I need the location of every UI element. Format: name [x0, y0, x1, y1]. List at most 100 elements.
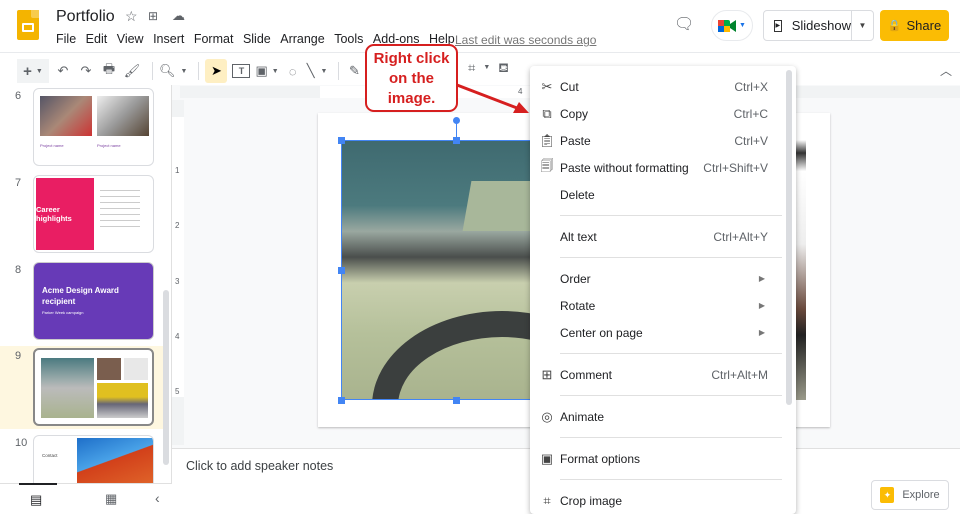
item-shortcut: Ctrl+X [734, 79, 768, 94]
menu-view[interactable]: View [117, 32, 144, 46]
menu-item-crop-image[interactable]: ⌗ Crop image [530, 487, 790, 514]
move-folder-icon[interactable]: ⊞ [148, 9, 158, 23]
slideshow-dropdown-icon[interactable]: ▼ [852, 21, 873, 30]
crop-tool-icon[interactable]: ⌗ [468, 60, 475, 78]
item-label: Paste without formatting [560, 160, 689, 175]
text-box-icon[interactable]: T [232, 64, 251, 78]
menu-item-delete[interactable]: Delete [530, 181, 790, 208]
menu-item-paste-without-formatting[interactable]: 🗐 Paste without formatting Ctrl+Shift+V [530, 154, 790, 181]
menu-edit[interactable]: Edit [86, 32, 108, 46]
slide-thumbnail-9[interactable] [33, 348, 154, 426]
menu-item-format-options[interactable]: ▣ Format options [530, 445, 790, 472]
callout-arrow-icon [456, 83, 529, 113]
undo-icon[interactable]: ↶ [54, 59, 72, 83]
ruler-mark: 3 [175, 277, 180, 286]
menu-slide[interactable]: Slide [243, 32, 271, 46]
menu-item-animate[interactable]: ◎ Animate [530, 403, 790, 430]
explore-label: Explore [902, 489, 940, 501]
resize-handle-w[interactable] [338, 267, 345, 274]
item-shortcut: Ctrl+Shift+V [703, 160, 768, 175]
item-label: Order [560, 271, 591, 286]
collapse-panel-icon[interactable]: ‹ [155, 490, 160, 506]
meet-icon [718, 19, 737, 32]
slide-number: 10 [15, 437, 28, 449]
grid-view-icon[interactable]: ▦ [105, 491, 117, 507]
cloud-status-icon[interactable]: ☁ [172, 8, 185, 24]
comments-icon[interactable]: 🗨 [674, 14, 696, 34]
menu-separator [560, 437, 782, 438]
explore-button[interactable]: ✦ Explore [871, 480, 949, 510]
collapse-toolbar-icon[interactable]: ︿ [940, 62, 952, 79]
menu-arrange[interactable]: Arrange [280, 32, 324, 46]
item-label: Copy [560, 106, 589, 121]
speaker-notes-placeholder[interactable]: Click to add speaker notes [186, 459, 333, 473]
menu-item-center-on-page[interactable]: Center on page ▶ [530, 319, 790, 346]
menu-insert[interactable]: Insert [153, 32, 184, 46]
image-icon[interactable]: ▣ ▼ [255, 59, 278, 83]
menu-item-copy[interactable]: ⧉ Copy Ctrl+C [530, 100, 790, 127]
item-label: Animate [560, 409, 605, 424]
item-label: Format options [560, 451, 641, 466]
print-icon[interactable]: 🖶 [100, 59, 118, 83]
select-icon[interactable]: ➤ [205, 59, 228, 83]
thumb-title: Acme Design Award recipient [42, 286, 119, 306]
menu-item-paste[interactable]: 📋︎ Paste Ctrl+V [530, 127, 790, 154]
slide-thumbnail-10[interactable]: Contact [33, 435, 154, 483]
meet-button[interactable]: ▼ [711, 10, 753, 41]
resize-handle-n[interactable] [453, 137, 460, 144]
new-slide-icon[interactable]: + ▼ [17, 59, 49, 83]
explore-icon: ✦ [880, 487, 895, 503]
slide-number: 9 [15, 350, 22, 362]
replace-image-icon[interactable]: ⛾ [498, 60, 509, 78]
filmstrip-scrollbar[interactable] [163, 290, 169, 465]
callout-line: Right click [373, 50, 450, 67]
filmstrip-view-icon[interactable]: ▤ [30, 492, 42, 508]
menu-item-order[interactable]: Order ▶ [530, 265, 790, 292]
menu-item-alt-text[interactable]: Alt text Ctrl+Alt+Y [530, 223, 790, 250]
slide-thumbnail-7[interactable]: Career highlights [33, 175, 154, 253]
item-label: Cut [560, 79, 579, 94]
ruler-mark: 1 [175, 166, 180, 175]
last-edit-link[interactable]: Last edit was seconds ago [455, 33, 596, 47]
menu-item-comment[interactable]: ⊞ Comment Ctrl+Alt+M [530, 361, 790, 388]
toolbar-separator [152, 62, 153, 80]
animate-icon: ◎ [541, 408, 553, 424]
menu-file[interactable]: File [56, 32, 76, 46]
line-icon[interactable]: ╲ ▼ [307, 59, 328, 83]
format-options-icon: ▣ [540, 450, 554, 466]
resize-handle-s[interactable] [453, 397, 460, 404]
redo-icon[interactable]: ↷ [77, 59, 95, 83]
menu-item-rotate[interactable]: Rotate ▶ [530, 292, 790, 319]
slideshow-button[interactable]: ▶ Slideshow ▼ [763, 10, 874, 41]
slides-logo[interactable] [17, 10, 39, 40]
document-title[interactable]: Portfolio [56, 8, 115, 26]
shape-icon[interactable]: ◌ [284, 59, 302, 83]
crop-dropdown-icon[interactable]: ▼ [483, 60, 490, 78]
menu-separator [560, 257, 782, 258]
slide-thumbnail-6[interactable]: Project name Project name [33, 88, 154, 166]
resize-handle-sw[interactable] [338, 397, 345, 404]
slide-thumbnail-8[interactable]: Acme Design Award recipient Parker Week … [33, 262, 154, 340]
resize-handle-nw[interactable] [338, 137, 345, 144]
menu-item-cut[interactable]: ✂ Cut Ctrl+X [530, 73, 790, 100]
zoom-icon[interactable]: 🔍︎ ▼ [159, 59, 187, 83]
pen-icon[interactable]: ✎ [345, 59, 363, 83]
header-divider [0, 52, 960, 53]
toolbar-right: ⌗ ▼ ⛾ [468, 60, 509, 78]
crop-icon: ⌗ [543, 492, 551, 508]
vertical-ruler[interactable]: 1 2 3 4 5 [172, 100, 184, 445]
present-icon: ▶ [774, 19, 782, 32]
star-icon[interactable]: ☆ [125, 8, 138, 25]
share-button[interactable]: 🔒 Share [880, 10, 949, 41]
ruler-mark: 4 [175, 332, 180, 341]
callout-line: image. [387, 90, 436, 107]
menu-tools[interactable]: Tools [334, 32, 363, 46]
paint-format-icon[interactable]: 🖌 [123, 59, 141, 83]
slideshow-label: Slideshow [791, 18, 851, 33]
comment-icon: ⊞ [541, 366, 553, 382]
menu-format[interactable]: Format [194, 32, 234, 46]
item-shortcut: Ctrl+V [734, 133, 768, 148]
ruler-mark: 5 [175, 387, 180, 396]
context-menu-scrollbar[interactable] [786, 70, 792, 405]
item-label: Comment [560, 367, 613, 382]
